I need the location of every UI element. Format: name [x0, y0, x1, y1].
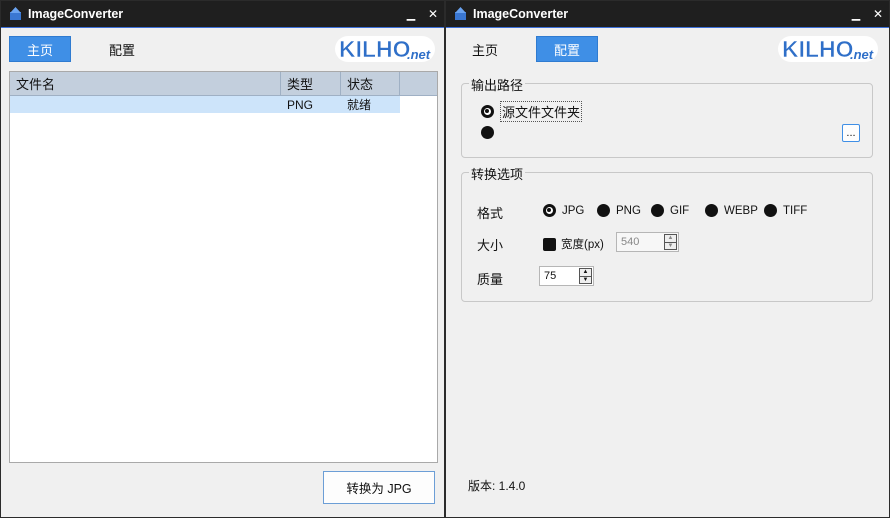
radio-selected-icon[interactable]: [543, 204, 556, 217]
column-status[interactable]: 状态: [341, 72, 400, 95]
quality-label: 质量: [477, 272, 504, 287]
title-bar[interactable]: ImageConverter ▁ ✕: [446, 1, 889, 28]
radio-icon[interactable]: [764, 204, 777, 217]
app-upload-icon: [455, 7, 466, 20]
cell-type: PNG: [281, 96, 341, 113]
column-filename[interactable]: 文件名: [10, 72, 281, 95]
config-window: ImageConverter ▁ ✕ 主页 配置 KILHO .net 输出路径…: [445, 0, 890, 518]
version-text: 版本: 1.4.0: [468, 479, 526, 493]
tab-bar: 主页 配置: [9, 36, 153, 62]
radio-selected-icon[interactable]: [481, 105, 494, 118]
quality-value: 75: [544, 270, 557, 282]
output-path-title: 输出路径: [469, 75, 526, 94]
size-label: 大小: [477, 238, 504, 253]
width-checkbox-option[interactable]: 宽度(px): [543, 236, 604, 252]
format-tiff-label: TIFF: [783, 204, 808, 217]
table-row[interactable]: PNG 就绪: [10, 96, 437, 113]
window-title: ImageConverter: [473, 7, 569, 21]
format-gif-label: GIF: [670, 204, 690, 217]
app-upload-icon: [10, 7, 21, 20]
main-window: ImageConverter ▁ ✕ 主页 配置 KILHO .net 文件名 …: [0, 0, 445, 518]
radio-icon[interactable]: [651, 204, 664, 217]
width-checkbox-label: 宽度(px): [561, 239, 604, 251]
output-path-group: 输出路径 源文件文件夹 ...: [461, 75, 873, 158]
format-png-option[interactable]: PNG: [597, 204, 641, 217]
source-folder-option[interactable]: 源文件文件夹: [481, 101, 583, 122]
format-png-label: PNG: [616, 204, 641, 217]
cell-status: 就绪: [341, 96, 400, 113]
radio-icon[interactable]: [705, 204, 718, 217]
stepper-arrows[interactable]: ▲ ▼: [579, 268, 592, 284]
kilho-logo: KILHO .net: [778, 36, 878, 62]
title-bar[interactable]: ImageConverter ▁ ✕: [1, 1, 444, 28]
custom-folder-option[interactable]: [481, 126, 500, 139]
radio-icon[interactable]: [597, 204, 610, 217]
tab-config[interactable]: 配置: [91, 36, 153, 62]
close-icon[interactable]: ✕: [422, 3, 444, 25]
window-title: ImageConverter: [28, 7, 124, 21]
file-list-header: 文件名 类型 状态: [10, 72, 437, 96]
source-folder-label: 源文件文件夹: [500, 101, 583, 122]
column-type[interactable]: 类型: [281, 72, 341, 95]
svg-text:KILHO: KILHO: [782, 36, 854, 62]
format-tiff-option[interactable]: TIFF: [764, 204, 807, 217]
tab-bar: 主页 配置: [454, 36, 598, 62]
convert-options-title: 转换选项: [469, 164, 526, 183]
width-stepper[interactable]: 540 ▲ ▼: [616, 232, 679, 252]
format-jpg-option[interactable]: JPG: [543, 204, 584, 217]
quality-stepper[interactable]: 75 ▲ ▼: [539, 266, 594, 286]
tab-config[interactable]: 配置: [536, 36, 598, 62]
format-webp-option[interactable]: WEBP: [705, 204, 758, 217]
stepper-arrows[interactable]: ▲ ▼: [664, 234, 677, 250]
arrow-down-icon[interactable]: ▼: [665, 241, 676, 249]
tab-home[interactable]: 主页: [454, 36, 516, 62]
tab-home[interactable]: 主页: [9, 36, 71, 62]
svg-text:KILHO: KILHO: [339, 36, 411, 62]
convert-options-group: 转换选项 格式 JPG PNG GIF WEBP TIFF 大小 宽度(px) …: [461, 164, 873, 302]
close-icon[interactable]: ✕: [867, 3, 889, 25]
format-webp-label: WEBP: [724, 204, 758, 217]
arrow-down-icon[interactable]: ▼: [580, 275, 591, 283]
radio-icon[interactable]: [481, 126, 494, 139]
format-gif-option[interactable]: GIF: [651, 204, 689, 217]
minimize-icon[interactable]: ▁: [400, 3, 422, 25]
cell-filename: [10, 96, 281, 113]
svg-text:.net: .net: [850, 47, 874, 62]
format-label: 格式: [477, 206, 504, 221]
convert-button[interactable]: 转换为 JPG: [323, 471, 435, 504]
browse-button[interactable]: ...: [842, 124, 860, 142]
width-value: 540: [621, 236, 640, 248]
file-list[interactable]: 文件名 类型 状态 PNG 就绪: [9, 71, 438, 463]
format-jpg-label: JPG: [562, 204, 585, 217]
kilho-logo: KILHO .net: [335, 36, 435, 62]
minimize-icon[interactable]: ▁: [845, 3, 867, 25]
checkbox-icon[interactable]: [543, 237, 556, 251]
svg-text:.net: .net: [407, 47, 431, 62]
